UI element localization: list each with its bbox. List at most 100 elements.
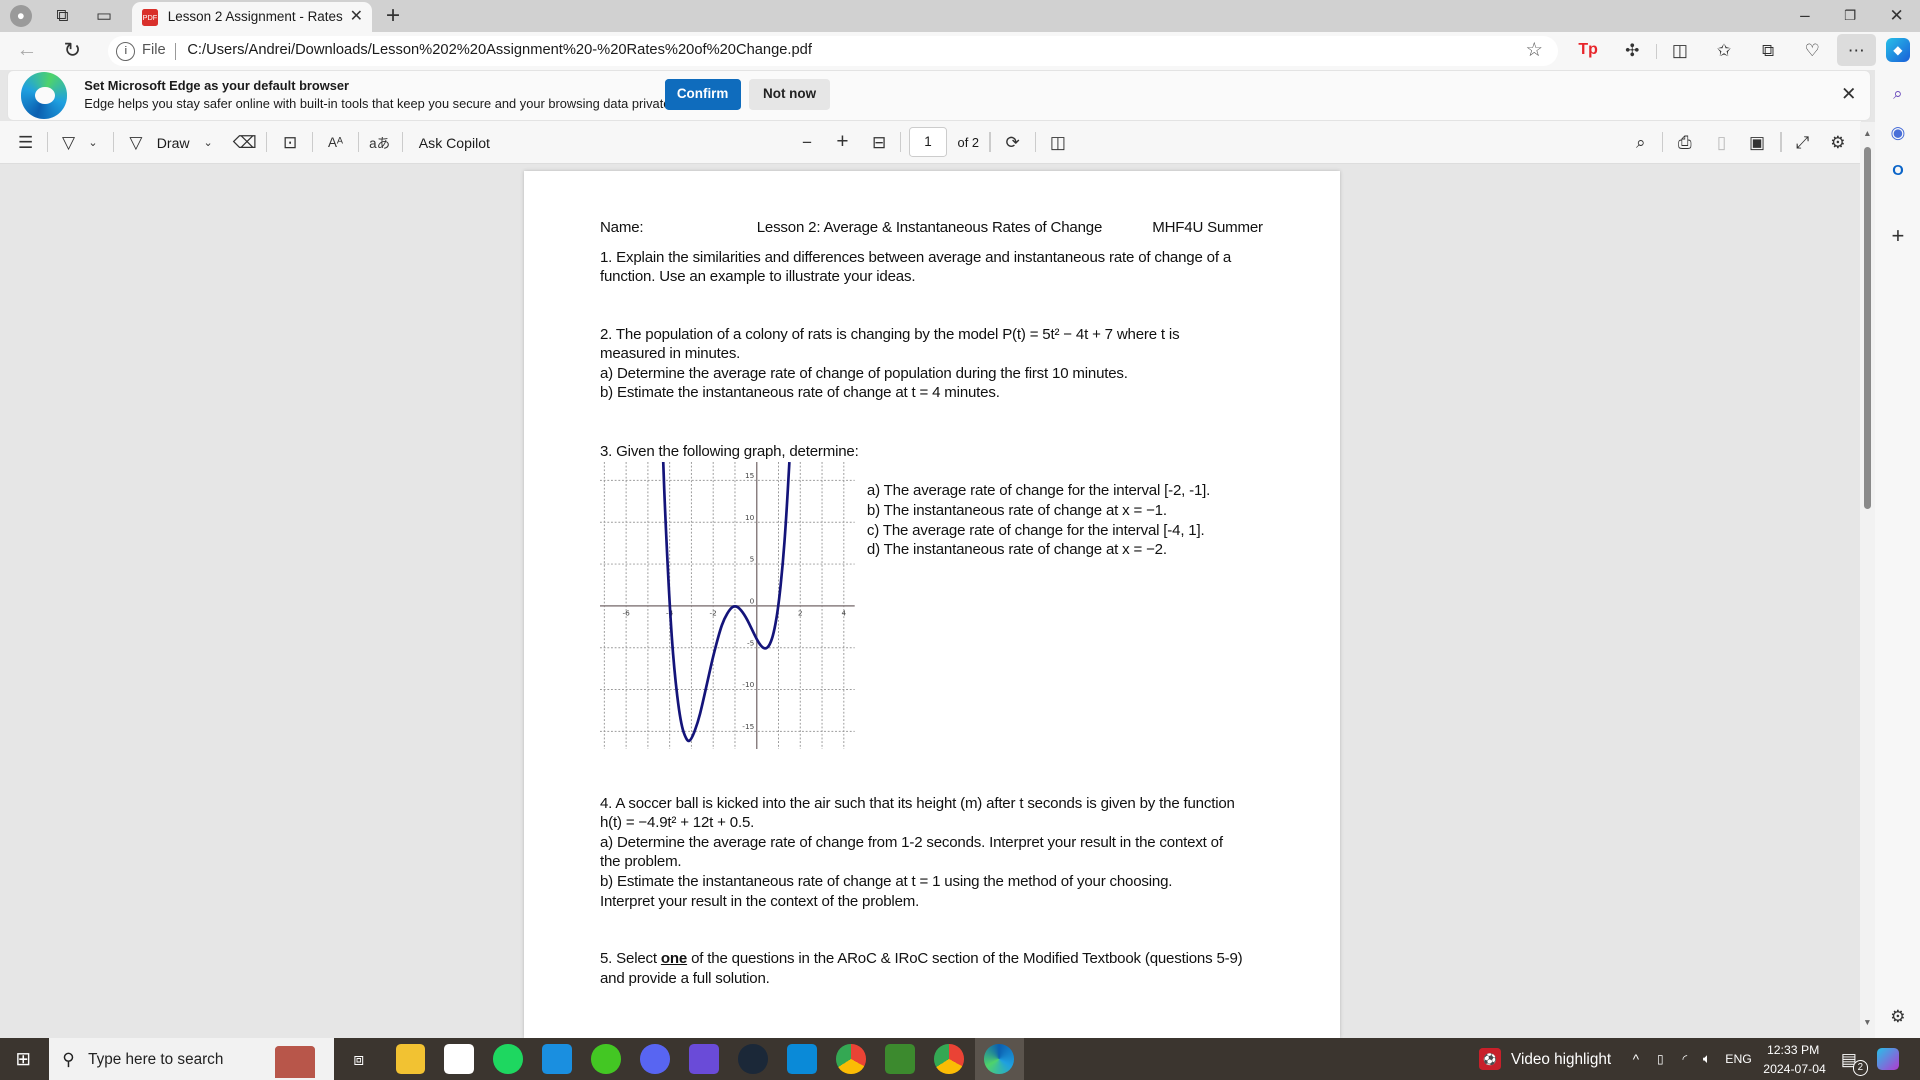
q4b-line: Interpret your result in the context of … bbox=[599, 892, 920, 910]
split-screen-icon[interactable]: ◫ bbox=[1668, 38, 1692, 62]
restore-icon[interactable]: ❐ bbox=[1840, 5, 1860, 27]
translate-icon[interactable]: aあ bbox=[367, 131, 391, 153]
settings-more-icon[interactable]: ⋯ bbox=[1836, 34, 1876, 67]
address-row: ← ↻ i File C:/Users/Andrei/Downloads/Les… bbox=[0, 31, 1920, 70]
function-graph: -6 -4 -2 2 4151050-5-10-15 bbox=[599, 461, 855, 750]
save-icon[interactable]: ▯ bbox=[1711, 131, 1733, 153]
favorite-star-icon[interactable]: ☆ bbox=[1523, 39, 1545, 61]
chrome-profile-icon[interactable] bbox=[934, 1044, 964, 1074]
refresh-icon[interactable]: ↻ bbox=[61, 38, 83, 62]
back-icon[interactable]: ← bbox=[16, 38, 38, 62]
y-tick-label: -5 bbox=[747, 638, 755, 647]
windows-start-icon[interactable]: ⊞ bbox=[12, 1048, 34, 1070]
steam-icon[interactable] bbox=[738, 1044, 768, 1074]
eraser-icon[interactable]: ⌫ bbox=[233, 131, 257, 153]
copilot-taskbar-icon[interactable] bbox=[1877, 1048, 1900, 1071]
profile-icon[interactable]: ● bbox=[9, 4, 32, 27]
microsoft-store-icon[interactable] bbox=[444, 1044, 474, 1074]
workspaces-icon[interactable]: ⧉ bbox=[51, 5, 73, 27]
edge-taskbar-button[interactable] bbox=[974, 1038, 1024, 1080]
confirm-button[interactable]: Confirm bbox=[664, 79, 741, 110]
task-view-icon[interactable]: ⧈ bbox=[348, 1048, 370, 1070]
course-label: MHF4U Summer bbox=[1152, 219, 1263, 237]
browser-essentials-icon[interactable]: ♡ bbox=[1800, 38, 1824, 62]
q4a-line: the problem. bbox=[599, 853, 682, 871]
clock-date[interactable]: 2024-07-04 bbox=[1763, 1062, 1826, 1076]
address-bar[interactable]: i File C:/Users/Andrei/Downloads/Lesson%… bbox=[107, 35, 1558, 67]
close-window-icon[interactable]: ✕ bbox=[1887, 5, 1907, 27]
page-view-icon[interactable]: ◫ bbox=[1047, 131, 1069, 153]
spotify-icon[interactable] bbox=[493, 1044, 523, 1074]
zoom-in-icon[interactable]: + bbox=[831, 130, 853, 153]
info-icon[interactable]: i bbox=[116, 41, 136, 61]
vertical-scrollbar[interactable]: ▲ ▼ bbox=[1860, 122, 1875, 1039]
taskbar-search-box[interactable]: ⚲ Type here to search bbox=[48, 1038, 335, 1080]
language-indicator[interactable]: ENG bbox=[1725, 1052, 1752, 1066]
app-icon[interactable] bbox=[591, 1044, 621, 1074]
scrollbar-thumb[interactable] bbox=[1863, 146, 1872, 510]
highlight-dropdown-icon[interactable]: ⌄ bbox=[86, 131, 101, 153]
scroll-down-icon[interactable]: ▼ bbox=[1860, 1016, 1875, 1028]
draw-dropdown-icon[interactable]: ⌄ bbox=[201, 131, 216, 153]
fit-page-icon[interactable]: ⊟ bbox=[868, 131, 890, 153]
draw-button[interactable]: Draw bbox=[157, 135, 190, 151]
q4-line: h(t) = −4.9t² + 12t + 0.5. bbox=[599, 814, 755, 832]
volume-icon[interactable]: 🔈︎ bbox=[1698, 1049, 1715, 1069]
minecraft-icon[interactable] bbox=[885, 1044, 915, 1074]
tray-chevron-icon[interactable]: ^ bbox=[1629, 1049, 1644, 1069]
pdf-page: Name: Lesson 2: Average & Instantaneous … bbox=[524, 171, 1340, 1039]
read-aloud-icon[interactable]: Aᴬ bbox=[323, 131, 347, 153]
app-icon[interactable] bbox=[787, 1044, 817, 1074]
copilot-icon[interactable]: ◆ bbox=[1885, 37, 1911, 63]
favorites-icon[interactable]: ✩ bbox=[1712, 38, 1736, 62]
contents-icon[interactable]: ☰ bbox=[15, 131, 37, 153]
tp-extension-icon[interactable]: Tp bbox=[1576, 38, 1600, 62]
app-icon[interactable] bbox=[689, 1044, 719, 1074]
minimize-icon[interactable]: – bbox=[1795, 5, 1815, 27]
url-text[interactable]: C:/Users/Andrei/Downloads/Lesson%202%20A… bbox=[187, 42, 812, 58]
sidebar-settings-icon[interactable]: ⚙ bbox=[1886, 1004, 1910, 1028]
notification-count: 2 bbox=[1852, 1060, 1869, 1076]
q3b-line: b) The instantaneous rate of change at x… bbox=[866, 502, 1167, 520]
draw-icon[interactable]: ▽ bbox=[125, 131, 147, 153]
q5-line: 5. Select one of the questions in the AR… bbox=[599, 950, 1243, 968]
not-now-button[interactable]: Not now bbox=[749, 79, 830, 110]
battery-icon[interactable]: ▯ bbox=[1653, 1049, 1668, 1069]
wifi-icon[interactable]: ◜ bbox=[1676, 1049, 1693, 1069]
vertical-tabs-icon[interactable]: ▭ bbox=[93, 5, 115, 27]
pdf-settings-icon[interactable]: ⚙ bbox=[1827, 131, 1849, 153]
file-explorer-icon[interactable] bbox=[395, 1044, 425, 1074]
fullscreen-icon[interactable]: ⤢ bbox=[1791, 131, 1813, 153]
print-icon[interactable]: ⎙ bbox=[1674, 131, 1696, 153]
sidebar-copilot-icon[interactable]: ◉ bbox=[1886, 120, 1910, 144]
x-tick-label: 4 bbox=[841, 608, 846, 617]
rotate-icon[interactable]: ⟳ bbox=[1002, 131, 1024, 153]
highlight-icon[interactable]: ▽ bbox=[58, 131, 80, 153]
outlook-icon[interactable]: O bbox=[1886, 159, 1910, 183]
collections-icon[interactable]: ⧉ bbox=[1756, 38, 1780, 62]
sidebar-search-icon[interactable]: ⌕ bbox=[1886, 81, 1910, 105]
tab-active[interactable]: PDF Lesson 2 Assignment - Rates of Chang… bbox=[132, 2, 373, 32]
ask-copilot-button[interactable]: Ask Copilot bbox=[419, 135, 490, 151]
extensions-icon[interactable]: ✣ bbox=[1620, 38, 1644, 62]
close-tab-icon[interactable]: ✕ bbox=[348, 7, 365, 25]
add-sidebar-icon[interactable]: + bbox=[1886, 223, 1910, 248]
new-tab-icon[interactable]: + bbox=[382, 2, 404, 29]
mail-icon[interactable] bbox=[542, 1044, 572, 1074]
close-infobar-icon[interactable]: ✕ bbox=[1838, 83, 1860, 105]
text-box-icon[interactable]: ⊡ bbox=[279, 131, 301, 153]
scroll-up-icon[interactable]: ▲ bbox=[1860, 127, 1875, 139]
video-highlight-label[interactable]: Video highlight bbox=[1511, 1051, 1611, 1069]
pdf-icon: PDF bbox=[142, 8, 158, 26]
mls-icon[interactable]: ⚽ bbox=[1479, 1048, 1502, 1071]
divider bbox=[175, 42, 177, 60]
discord-icon[interactable] bbox=[640, 1044, 670, 1074]
page-number-input[interactable]: 1 bbox=[908, 127, 948, 158]
q1-line: 1. Explain the similarities and differen… bbox=[599, 248, 1231, 266]
search-icon[interactable]: ⌕ bbox=[1630, 131, 1652, 153]
q3c-line: c) The average rate of change for the in… bbox=[866, 521, 1205, 539]
chrome-icon[interactable] bbox=[836, 1044, 866, 1074]
zoom-out-icon[interactable]: − bbox=[796, 131, 818, 153]
clock-time[interactable]: 12:33 PM bbox=[1767, 1043, 1819, 1057]
save-as-icon[interactable]: ▣ bbox=[1746, 131, 1768, 153]
